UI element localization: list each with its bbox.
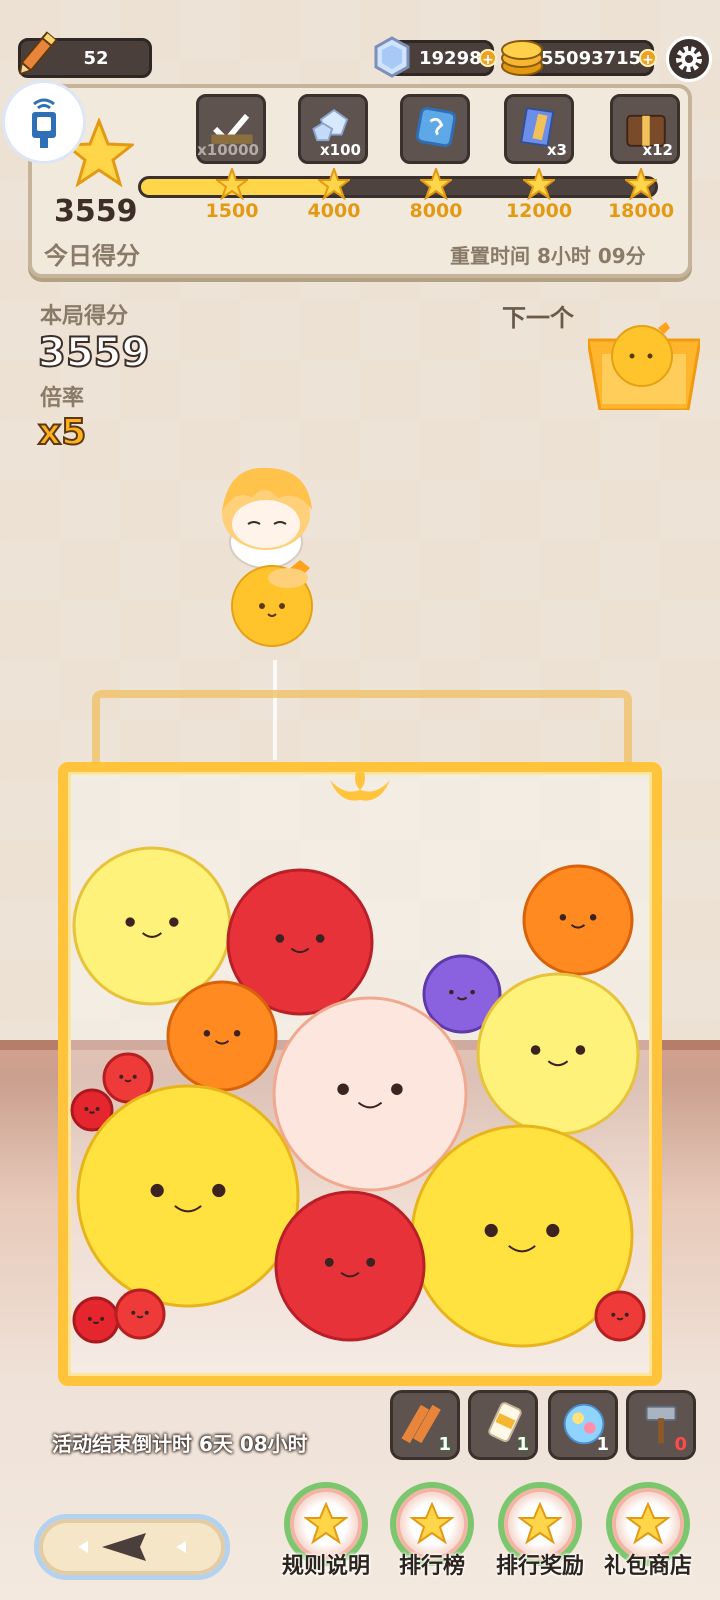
next-fruit-preview xyxy=(588,322,700,410)
daily-score-value: 3559 xyxy=(54,194,138,229)
drop-button[interactable] xyxy=(34,1514,230,1580)
milestone-star-icon xyxy=(318,168,350,200)
coin-value: 55093715 xyxy=(541,47,642,69)
menu-label: 排行榜 xyxy=(398,1554,465,1579)
container-back-frame xyxy=(92,690,632,770)
gift-shop-button[interactable]: 礼包商店 xyxy=(600,1482,696,1600)
settings-button[interactable] xyxy=(666,36,712,82)
coin-stack-icon xyxy=(501,40,543,76)
reset-time-text: 重置时间 8小时 09分 xyxy=(450,244,646,268)
bottle-tool-button[interactable]: 1 xyxy=(468,1390,538,1460)
round-score-label: 本局得分 xyxy=(40,304,129,329)
milestone-label: 18000 xyxy=(607,200,675,222)
reward-qty: x100 xyxy=(320,141,361,159)
daily-score-label: 今日得分 xyxy=(44,242,140,270)
tool-count: 1 xyxy=(596,1434,609,1455)
reward-qty: x12 xyxy=(642,141,673,159)
menu-label: 排行奖励 xyxy=(495,1554,584,1579)
tool-count: 1 xyxy=(516,1434,529,1455)
reward-slot-3[interactable] xyxy=(400,94,470,164)
tool-count: 0 xyxy=(674,1434,687,1455)
orb-tool-button[interactable]: 1 xyxy=(548,1390,618,1460)
hammer-tool-button[interactable]: 0 xyxy=(626,1390,696,1460)
add-coins-icon[interactable]: + xyxy=(639,49,657,68)
milestone-label: 12000 xyxy=(505,200,573,222)
remote-control-button[interactable] xyxy=(2,80,86,164)
level-value: 52 xyxy=(83,47,109,69)
reward-qty: x3 xyxy=(546,141,567,159)
arrow-left-icon xyxy=(78,1533,186,1561)
tool-count: 1 xyxy=(438,1434,451,1455)
reward-slot-4[interactable]: x3 xyxy=(504,94,574,164)
reward-qty: x10000 xyxy=(197,141,259,159)
pear-fruit xyxy=(476,972,640,1136)
milestone-star-icon xyxy=(625,168,657,200)
multiplier-label: 倍率 xyxy=(40,386,85,411)
melon-fruit xyxy=(76,1084,300,1308)
reward-slot-2[interactable]: x100 xyxy=(298,94,368,164)
milestone-label: 1500 xyxy=(205,200,259,222)
next-fruit-label: 下一个 xyxy=(502,304,574,332)
orange-fruit xyxy=(166,980,278,1092)
milestone-star-icon xyxy=(216,168,248,200)
menu-label: 规则说明 xyxy=(281,1554,370,1579)
pencils-tool-button[interactable]: 1 xyxy=(390,1390,460,1460)
gear-icon xyxy=(676,46,702,72)
milestone-label: 8000 xyxy=(409,200,463,222)
multiplier-value: x5 xyxy=(37,411,87,454)
container-ornament xyxy=(330,764,390,801)
apple-fruit xyxy=(274,1190,426,1342)
rules-button[interactable]: 规则说明 xyxy=(278,1482,374,1600)
dropping-fruit[interactable] xyxy=(228,556,326,648)
leaderboard-button[interactable]: 排行榜 xyxy=(384,1482,480,1600)
menu-label: 礼包商店 xyxy=(603,1554,692,1579)
blue-rune-icon xyxy=(415,106,457,148)
gem-icon xyxy=(374,36,410,78)
milestone-star-icon xyxy=(523,168,555,200)
character-avatar xyxy=(222,467,312,569)
milestone-label: 4000 xyxy=(307,200,361,222)
orange-fruit xyxy=(522,864,634,976)
strawberry-fruit xyxy=(594,1290,646,1342)
reward-slot-1[interactable]: x10000 xyxy=(196,94,266,164)
event-countdown: 活动结束倒计时 6天 08小时 xyxy=(52,1432,308,1456)
gem-value: 19298 xyxy=(419,47,482,69)
milestone-star-icon xyxy=(420,168,452,200)
round-score-value: 3559 xyxy=(37,329,150,377)
remote-device-icon xyxy=(32,98,56,148)
rank-rewards-button[interactable]: 排行奖励 xyxy=(492,1482,588,1600)
add-gems-icon[interactable]: + xyxy=(479,49,497,68)
reward-slot-5[interactable]: x12 xyxy=(610,94,680,164)
strawberry-fruit xyxy=(114,1288,166,1340)
